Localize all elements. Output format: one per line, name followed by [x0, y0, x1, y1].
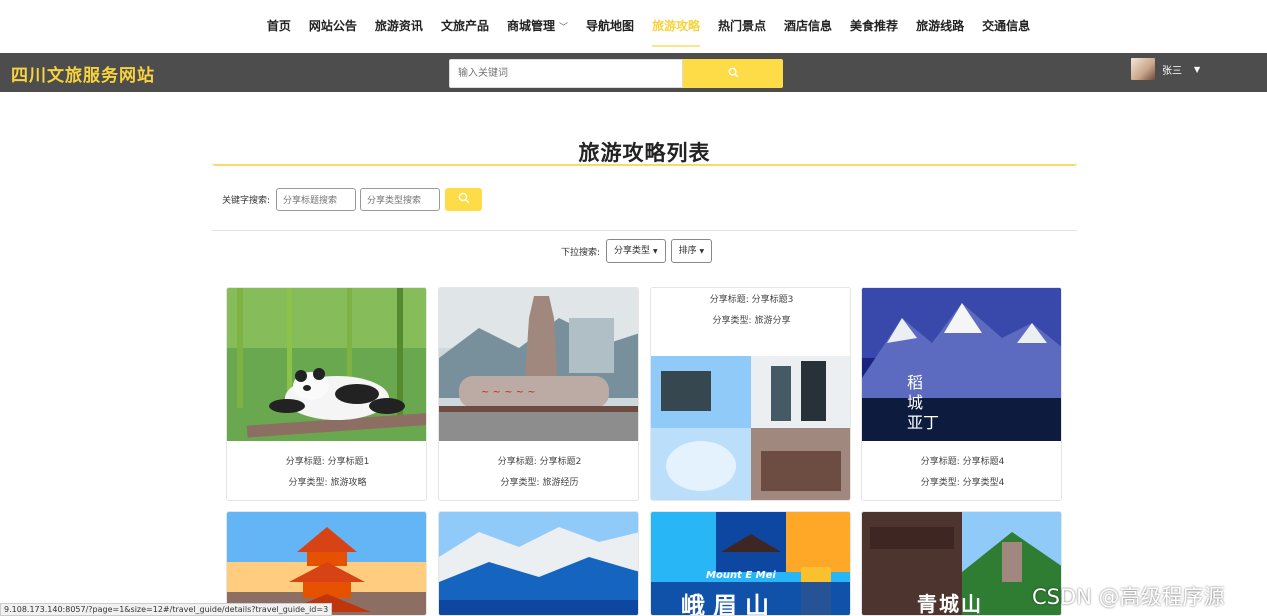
header-search-input[interactable]: [449, 59, 683, 88]
keyword-label: 关键字搜索:: [222, 196, 271, 206]
nav-item-map[interactable]: 导航地图: [577, 0, 643, 53]
card-type: 分享类型: 旅游经历: [500, 478, 579, 488]
header-search-button[interactable]: [683, 59, 783, 88]
nav-item-routes[interactable]: 旅游线路: [907, 0, 973, 53]
nav-item-notice[interactable]: 网站公告: [300, 0, 366, 53]
qingcheng-caption: 青城山: [917, 592, 983, 616]
svg-text:城: 城: [907, 393, 923, 412]
guide-card[interactable]: 分享标题: 分享标题1 分享类型: 旅游攻略: [226, 287, 427, 501]
emei-caption: 峨眉山: [681, 592, 777, 616]
nav-item-guides[interactable]: 旅游攻略: [643, 0, 709, 53]
status-url: 9.108.173.140:8057/?page=1&size=12#/trav…: [0, 603, 333, 616]
card-type: 分享类型: 旅游分享: [712, 316, 791, 326]
user-name: 张三: [1162, 65, 1182, 77]
nav-item-mall-label: 商城管理: [506, 19, 555, 33]
title-search-input[interactable]: [276, 188, 357, 211]
collage-image: [651, 356, 850, 500]
card-meta: 分享标题: 分享标题3 分享类型: 旅游分享: [651, 290, 850, 332]
nav-item-mall[interactable]: 商城管理 ﹀: [498, 0, 577, 53]
type-dropdown[interactable]: 分享类型 ▼: [606, 239, 666, 263]
card-meta: 分享标题: 分享标题4 分享类型: 分享类型4: [862, 452, 1061, 494]
nav-item-home[interactable]: 首页: [258, 0, 300, 53]
nav-item-news[interactable]: 旅游资讯: [366, 0, 432, 53]
guide-card[interactable]: ~ ~ ~ ~ ~ 分享标题: 分享标题2 分享类型: 旅游经历: [438, 287, 639, 501]
site-brand[interactable]: 四川文旅服务网站: [11, 61, 155, 86]
caret-down-icon: ▼: [1194, 64, 1201, 74]
card-title: 分享标题: 分享标题4: [920, 457, 1005, 467]
guide-card[interactable]: 分享标题: 分享标题3 分享类型: 旅游分享: [650, 287, 851, 501]
svg-text:亚丁: 亚丁: [907, 413, 939, 432]
panda-image: [227, 288, 426, 441]
caret-down-icon: ▼: [699, 248, 705, 255]
dropdown-filter: 下拉搜索: 分享类型 ▼ 排序 ▼: [561, 239, 717, 263]
dropdown-label: 下拉搜索:: [561, 247, 601, 258]
card-title: 分享标题: 分享标题3: [709, 295, 794, 305]
header-search: [449, 59, 783, 88]
snow-mountain-image: 稻 城 亚丁: [862, 288, 1061, 441]
guide-card[interactable]: 稻 城 亚丁 分享标题: 分享标题4 分享类型: 分享类型4: [861, 287, 1062, 501]
nav-item-products[interactable]: 文旅产品: [432, 0, 498, 53]
search-icon: [728, 67, 738, 77]
monument-image: ~ ~ ~ ~ ~: [439, 288, 638, 441]
card-title: 分享标题: 分享标题1: [285, 457, 370, 467]
title-underline: [212, 163, 1077, 166]
card-meta: 分享标题: 分享标题1 分享类型: 旅游攻略: [227, 452, 426, 494]
guide-card[interactable]: [438, 511, 639, 616]
svg-text:~ ~ ~ ~ ~: ~ ~ ~ ~ ~: [481, 387, 536, 398]
guide-card[interactable]: [226, 511, 427, 616]
caret-down-icon: ▼: [652, 248, 658, 255]
emei-subtitle: Mount E Mei: [706, 570, 776, 581]
chevron-down-icon: ﹀: [558, 23, 568, 33]
divider: [212, 230, 1077, 231]
card-meta: 分享标题: 分享标题2 分享类型: 旅游经历: [439, 452, 638, 494]
nav-item-traffic[interactable]: 交通信息: [973, 0, 1039, 53]
card-type: 分享类型: 分享类型4: [920, 478, 1005, 488]
search-icon: [458, 192, 469, 204]
mountains-image: [439, 512, 638, 615]
top-nav: 首页 网站公告 旅游资讯 文旅产品 商城管理 ﹀ 导航地图 旅游攻略 热门景点 酒…: [0, 0, 1267, 53]
pagoda-image: [227, 512, 426, 615]
card-type: 分享类型: 旅游攻略: [288, 478, 367, 488]
nav-item-food[interactable]: 美食推荐: [841, 0, 907, 53]
header-bar: 四川文旅服务网站 张三 ▼: [0, 53, 1267, 92]
keyword-filter: 关键字搜索:: [222, 188, 483, 211]
type-dropdown-label: 分享类型: [614, 246, 651, 256]
user-menu[interactable]: 张三 ▼: [1131, 58, 1200, 80]
filter-search-button[interactable]: [445, 188, 483, 211]
nav-item-hotels[interactable]: 酒店信息: [775, 0, 841, 53]
nav-item-hot-spots[interactable]: 热门景点: [709, 0, 775, 53]
sort-dropdown[interactable]: 排序 ▼: [670, 239, 713, 263]
sort-dropdown-label: 排序: [678, 246, 697, 256]
guide-card[interactable]: Mount E Mei 峨眉山: [650, 511, 851, 616]
card-title: 分享标题: 分享标题2: [497, 457, 582, 467]
avatar: [1131, 58, 1155, 80]
watermark: CSDN @高级程序源: [1032, 585, 1225, 609]
type-search-input[interactable]: [360, 188, 441, 211]
svg-text:稻: 稻: [907, 373, 923, 392]
